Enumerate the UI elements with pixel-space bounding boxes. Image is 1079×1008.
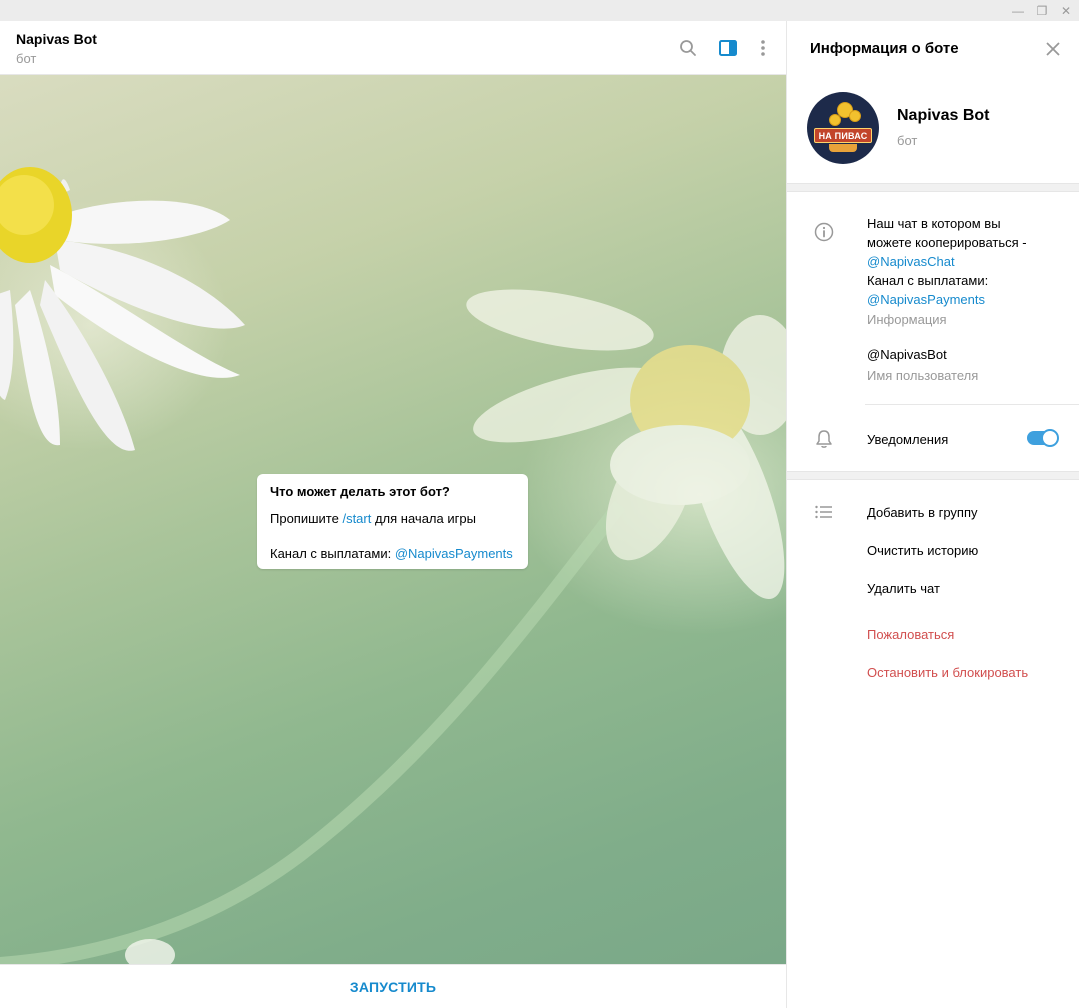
window-close-icon[interactable]: ✕ (1053, 0, 1079, 21)
bubble-start-line: Пропишите /start для начала игры (270, 511, 515, 526)
bubble-line1-suffix: для начала игры (371, 511, 476, 526)
section-separator (787, 183, 1079, 192)
description-line: Канал с выплатами: (867, 273, 989, 288)
chat-wallpaper: Что может делать этот бот? Пропишите /st… (0, 75, 786, 964)
bell-icon (814, 429, 834, 449)
section-separator (787, 471, 1079, 480)
avatar-logo-text: НА ПИВАС (814, 128, 872, 143)
chat-title[interactable]: Napivas Bot (16, 31, 97, 47)
description-line: Наш чат в котором вы (867, 216, 1001, 231)
payments-link[interactable]: @NapivasPayments (867, 290, 1067, 309)
notifications-label: Уведомления (867, 432, 949, 447)
info-icon (814, 222, 834, 242)
avatar[interactable]: НА ПИВАС (807, 92, 879, 164)
bot-info-bubble: Что может делать этот бот? Пропишите /st… (257, 474, 528, 569)
username-label: Имя пользователя (867, 368, 979, 383)
chat-link[interactable]: @NapivasChat (867, 252, 1067, 271)
bubble-line2-prefix: Канал с выплатами: (270, 546, 395, 561)
payments-channel-link[interactable]: @NapivasPayments (395, 546, 513, 561)
bot-description: Наш чат в котором вы можете кооперироват… (867, 214, 1067, 309)
start-button[interactable]: ЗАПУСТИТЬ (336, 973, 450, 1001)
description-line: можете кооперироваться - (867, 235, 1027, 250)
search-icon[interactable] (677, 37, 699, 59)
side-panel-icon[interactable] (717, 37, 739, 59)
list-icon (814, 502, 834, 522)
chat-pane: Napivas Bot бот Что может делать этот бо… (0, 21, 786, 1008)
toggle-knob (1041, 429, 1059, 447)
coin-icon (849, 110, 861, 122)
chat-header[interactable]: Napivas Bot бот (0, 21, 786, 75)
clear-history-button[interactable]: Очистить историю (867, 543, 978, 558)
more-vertical-icon[interactable] (752, 37, 774, 59)
bubble-payments-line: Канал с выплатами: @NapivasPayments (270, 546, 515, 561)
notifications-toggle[interactable] (1027, 429, 1059, 447)
report-button[interactable]: Пожаловаться (867, 627, 954, 642)
bot-name: Napivas Bot (897, 107, 990, 124)
bot-subtitle: бот (897, 133, 918, 148)
panel-title: Информация о боте (810, 40, 959, 57)
coin-icon (829, 114, 841, 126)
chat-subtitle: бот (16, 51, 37, 66)
start-bar: ЗАПУСТИТЬ (0, 964, 786, 1008)
maximize-icon[interactable]: ❐ (1029, 0, 1055, 21)
stop-and-block-button[interactable]: Остановить и блокировать (867, 665, 1028, 680)
close-icon[interactable] (1042, 38, 1064, 60)
bubble-title: Что может делать этот бот? (270, 484, 450, 499)
start-command-link[interactable]: /start (342, 511, 371, 526)
minimize-icon[interactable]: — (1005, 0, 1031, 21)
bot-info-panel: Информация о боте НА ПИВАС Napivas Bot б… (786, 21, 1079, 1008)
description-label: Информация (867, 312, 947, 327)
beer-mug-shape (829, 144, 857, 152)
username-value[interactable]: @NapivasBot (867, 347, 947, 362)
window-titlebar: — ❐ ✕ (0, 0, 1079, 21)
bubble-line1-prefix: Пропишите (270, 511, 343, 526)
divider (865, 404, 1079, 405)
delete-chat-button[interactable]: Удалить чат (867, 581, 940, 596)
add-to-group-button[interactable]: Добавить в группу (867, 505, 978, 520)
